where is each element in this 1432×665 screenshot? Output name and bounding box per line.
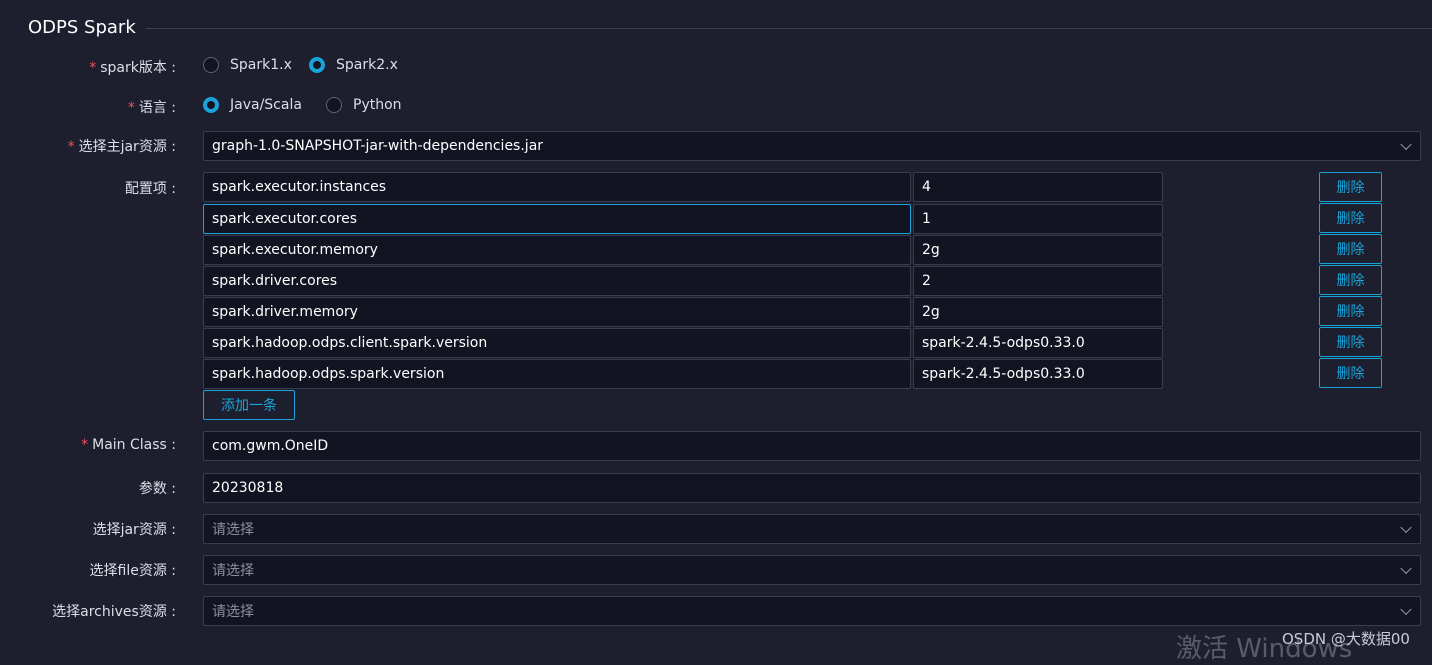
config-value-input[interactable]: 1 xyxy=(913,204,1163,234)
add-config-button[interactable]: 添加一条 xyxy=(203,390,295,420)
main-class-label: * Main Class : xyxy=(81,437,176,453)
config-value-input[interactable]: 2 xyxy=(913,266,1163,296)
radio-spark1[interactable]: Spark1.x xyxy=(203,57,292,73)
required-mark: * xyxy=(81,437,89,453)
delete-config-button[interactable]: 删除 xyxy=(1319,203,1382,233)
radio-java-scala[interactable]: Java/Scala xyxy=(203,97,302,113)
radio-python[interactable]: Python xyxy=(326,97,402,113)
language-label: * 语言 : xyxy=(127,100,176,116)
radio-java-scala-label: Java/Scala xyxy=(230,97,302,113)
jar-resource-placeholder: 请选择 xyxy=(212,522,254,538)
radio-spark1-label: Spark1.x xyxy=(230,57,292,73)
config-key-input[interactable]: spark.hadoop.odps.spark.version xyxy=(203,359,911,389)
radio-spark2[interactable]: Spark2.x xyxy=(309,57,398,73)
credit-watermark: OSDN @大数据00 xyxy=(1282,630,1410,648)
main-jar-value: graph-1.0-SNAPSHOT-jar-with-dependencies… xyxy=(212,138,544,154)
radio-circle-icon xyxy=(203,57,219,73)
main-class-input[interactable]: com.gwm.OneID xyxy=(203,431,1421,461)
main-jar-select[interactable]: graph-1.0-SNAPSHOT-jar-with-dependencies… xyxy=(203,131,1421,161)
archives-resource-label: 选择archives资源 : xyxy=(52,604,176,620)
chevron-down-icon xyxy=(1400,562,1412,575)
radio-spark2-label: Spark2.x xyxy=(336,57,398,73)
delete-config-button[interactable]: 删除 xyxy=(1319,327,1382,357)
jar-resource-select[interactable]: 请选择 xyxy=(203,514,1421,544)
radio-python-label: Python xyxy=(353,97,402,113)
delete-config-button[interactable]: 删除 xyxy=(1319,358,1382,388)
config-value-input[interactable]: spark-2.4.5-odps0.33.0 xyxy=(913,328,1163,358)
file-resource-label: 选择file资源 : xyxy=(89,563,177,579)
config-key-input[interactable]: spark.executor.instances xyxy=(203,172,911,202)
config-key-input[interactable]: spark.executor.cores xyxy=(203,204,911,234)
section-title: ODPS Spark xyxy=(28,17,136,38)
section-divider xyxy=(146,28,1432,29)
params-label: 参数 : xyxy=(138,481,176,497)
archives-resource-select[interactable]: 请选择 xyxy=(203,596,1421,626)
file-resource-select[interactable]: 请选择 xyxy=(203,555,1421,585)
config-label: 配置项 : xyxy=(124,181,176,197)
chevron-down-icon xyxy=(1400,603,1412,616)
file-resource-placeholder: 请选择 xyxy=(212,563,254,579)
config-value-input[interactable]: 2g xyxy=(913,235,1163,265)
required-mark: * xyxy=(67,139,75,155)
main-jar-label: * 选择主jar资源 : xyxy=(67,139,176,155)
required-mark: * xyxy=(127,100,135,116)
required-mark: * xyxy=(89,60,97,76)
delete-config-button[interactable]: 删除 xyxy=(1319,265,1382,295)
delete-config-button[interactable]: 删除 xyxy=(1319,172,1382,202)
config-key-input[interactable]: spark.driver.cores xyxy=(203,266,911,296)
config-value-input[interactable]: 2g xyxy=(913,297,1163,327)
delete-config-button[interactable]: 删除 xyxy=(1319,234,1382,264)
delete-config-button[interactable]: 删除 xyxy=(1319,296,1382,326)
config-key-input[interactable]: spark.hadoop.odps.client.spark.version xyxy=(203,328,911,358)
spark-version-label: * spark版本 : xyxy=(89,60,176,76)
config-value-input[interactable]: 4 xyxy=(913,172,1163,202)
archives-resource-placeholder: 请选择 xyxy=(212,604,254,620)
radio-circle-checked-icon xyxy=(203,97,219,113)
jar-resource-label: 选择jar资源 : xyxy=(92,522,176,538)
chevron-down-icon xyxy=(1400,138,1412,151)
radio-circle-checked-icon xyxy=(309,57,325,73)
params-input[interactable]: 20230818 xyxy=(203,473,1421,503)
section-header: ODPS Spark xyxy=(0,0,1432,56)
radio-circle-icon xyxy=(326,97,342,113)
chevron-down-icon xyxy=(1400,521,1412,534)
config-key-input[interactable]: spark.executor.memory xyxy=(203,235,911,265)
config-key-input[interactable]: spark.driver.memory xyxy=(203,297,911,327)
config-value-input[interactable]: spark-2.4.5-odps0.33.0 xyxy=(913,359,1163,389)
